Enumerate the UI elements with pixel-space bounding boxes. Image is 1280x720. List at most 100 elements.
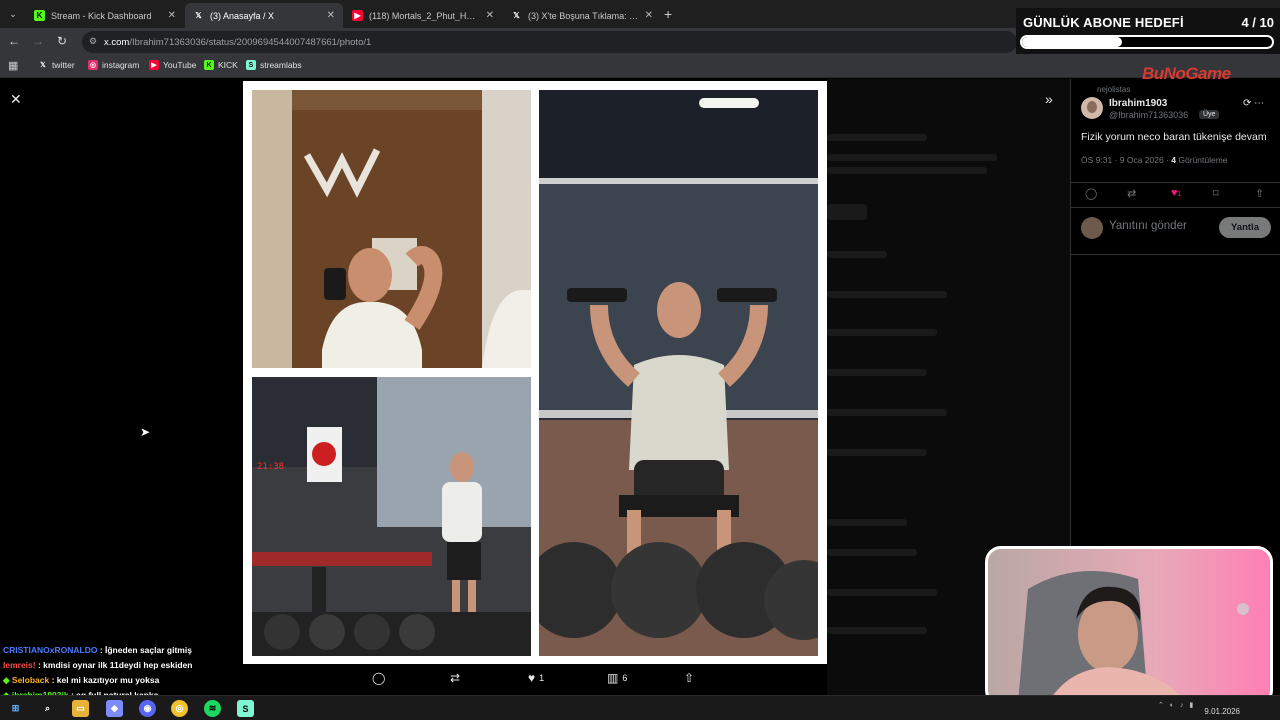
new-tab-icon[interactable]: + xyxy=(664,6,672,22)
youtube-icon: ▶ xyxy=(149,60,159,70)
close-tab-icon[interactable]: ✕ xyxy=(327,10,335,21)
forward-icon[interactable]: → xyxy=(30,34,46,48)
system-tray-icons[interactable]: ⌃ ◐ ♪ ▮ xyxy=(1158,701,1195,709)
member-badge: Üye xyxy=(1199,110,1220,119)
avatar xyxy=(1081,217,1103,239)
chat-message: lemreis! : kmdisi oynar ilk 11deydi hep … xyxy=(3,658,253,673)
tab-label: Stream - Kick Dashboard xyxy=(51,10,152,21)
reply-input[interactable]: Yanıtını gönder xyxy=(1109,220,1187,232)
tweet-view-label: Görüntüleme xyxy=(1178,155,1228,165)
file-explorer-icon[interactable]: ▭ xyxy=(72,700,89,717)
reload-icon[interactable]: ↻ xyxy=(54,34,70,48)
share-icon[interactable]: ⇧ xyxy=(1255,187,1264,200)
bookmark-label: instagram xyxy=(102,60,140,70)
dim-line xyxy=(827,549,917,556)
spotify-icon[interactable]: ≋ xyxy=(204,700,221,717)
close-tab-icon[interactable]: ✕ xyxy=(645,10,653,21)
subscriber-goal-overlay: GÜNLÜK ABONE HEDEFİ 4 / 10 xyxy=(1016,8,1280,54)
dim-line xyxy=(827,589,937,596)
kick-icon: K xyxy=(34,10,45,21)
bookmark-streamlabs[interactable]: S streamlabs xyxy=(246,60,302,70)
tab-label: (3) Anasayfa / X xyxy=(210,10,275,21)
tab-youtube[interactable]: ▶ (118) Mortals_2_Phut_Hon_Funk ✕ xyxy=(344,3,502,28)
dim-line xyxy=(827,167,987,174)
app-icon[interactable]: ◆ xyxy=(106,700,123,717)
kick-icon: K xyxy=(204,60,214,70)
reply-icon[interactable]: ◯ xyxy=(1085,187,1097,200)
windows-start-icon[interactable]: ⊞ xyxy=(7,700,24,717)
bookmark-youtube[interactable]: ▶ YouTube xyxy=(149,60,196,70)
tab-x-post[interactable]: 𝕏 (3) X'te Boşuna Tıklama: "Volka ✕ xyxy=(503,3,661,28)
repost-icon: ⇄ xyxy=(450,671,461,685)
search-icon[interactable]: ⌕ xyxy=(39,700,56,717)
taskbar-date: 9.01.2026 xyxy=(1204,707,1240,716)
avatar[interactable] xyxy=(1081,97,1103,119)
close-tab-icon[interactable]: ✕ xyxy=(486,10,494,21)
dim-line xyxy=(827,369,927,376)
expand-panel-icon[interactable]: » xyxy=(1045,91,1053,107)
bookmark-instagram[interactable]: ◎ instagram xyxy=(88,60,139,70)
grok-icon[interactable]: ⟳ ⋯ xyxy=(1243,98,1264,109)
views-action[interactable]: ▥ 6 xyxy=(607,671,627,685)
reply-button[interactable]: Yantla xyxy=(1219,217,1271,238)
bookmark-label: YouTube xyxy=(163,60,197,70)
view-count: 6 xyxy=(622,673,628,683)
share-action[interactable]: ⇧ xyxy=(684,671,698,685)
x-icon: 𝕏 xyxy=(513,11,520,20)
post-photo[interactable]: 21:38 xyxy=(243,81,827,664)
avatar-face xyxy=(1087,101,1097,113)
tab-kick-dashboard[interactable]: K Stream - Kick Dashboard ✕ xyxy=(26,3,184,28)
chat-message: CRISTIANOxRONALDO : İğneden saçlar gitmi… xyxy=(3,643,253,658)
repost-action[interactable]: ⇄ xyxy=(450,671,464,685)
tab-x-home[interactable]: 𝕏 (3) Anasayfa / X ✕ xyxy=(185,3,343,28)
svg-text:21:38: 21:38 xyxy=(257,462,284,472)
dim-line xyxy=(827,449,927,456)
close-icon[interactable]: ✕ xyxy=(10,91,22,108)
streamlabs-icon: S xyxy=(246,60,256,70)
reposted-by[interactable]: nejolistas xyxy=(1097,85,1130,94)
chrome-icon[interactable]: ◎ xyxy=(171,700,188,717)
bookmark-kick[interactable]: K KICK xyxy=(204,60,238,70)
repost-icon[interactable]: ⇄ xyxy=(1127,187,1136,200)
youtube-icon: ▶ xyxy=(352,10,363,21)
tweet-actions: ◯ ⇄ ♥1 ⌑ ⇧ xyxy=(1071,182,1280,200)
address-bar[interactable]: ⚙ x.com/Ibrahim71363036/status/200969454… xyxy=(82,31,1017,53)
url-host: x.com xyxy=(104,36,130,48)
x-icon: 𝕏 xyxy=(40,62,46,69)
chat-message: ◆ Seloback : kel mi kazıtıyor mu yoksa xyxy=(3,673,253,688)
dim-line xyxy=(827,329,937,336)
like-count: 1 xyxy=(539,673,545,683)
bookmark-twitter[interactable]: 𝕏 twitter xyxy=(38,60,75,70)
site-info-icon[interactable]: ⚙ xyxy=(89,36,97,47)
mouse-cursor-icon: ➤ xyxy=(140,425,151,439)
dim-line xyxy=(827,519,907,526)
bookmarks-bar: ▦ 𝕏 twitter ◎ instagram ▶ YouTube K KICK… xyxy=(0,56,1280,78)
tweet-time[interactable]: ÖS 9:31 · 9 Oca 2026 · xyxy=(1081,155,1171,165)
like-action[interactable]: ♥ 1 xyxy=(528,671,544,685)
apps-grid-icon[interactable]: ▦ xyxy=(8,59,18,72)
chat-user: lemreis! xyxy=(3,660,36,670)
url-path: /Ibrahim71363036/status/2009694544007487… xyxy=(129,36,372,48)
brand-logo: BuNoGame xyxy=(1142,64,1231,83)
goal-progress-fill xyxy=(1022,37,1122,47)
windows-taskbar: ⊞ ⌕ ▭ ◆ ◉ ◎ ≋ S ⌃ ◐ ♪ ▮ 9.01.2026 xyxy=(0,695,1280,720)
tab-search-icon[interactable]: ⌄ xyxy=(5,6,21,22)
bar-chart-icon: ▥ xyxy=(607,671,619,685)
chat-text: : kmdisi oynar ilk 11deydi hep eskiden xyxy=(35,660,193,670)
heart-icon[interactable]: ♥1 xyxy=(1171,187,1181,199)
chat-user: Seloback xyxy=(11,675,50,685)
instagram-icon: ◎ xyxy=(88,60,98,70)
close-tab-icon[interactable]: ✕ xyxy=(168,10,176,21)
bookmark-label: streamlabs xyxy=(260,60,302,70)
bookmark-icon[interactable]: ⌑ xyxy=(1213,187,1219,200)
streamlabs-icon[interactable]: S xyxy=(237,700,254,717)
photo-mirror-selfie xyxy=(252,90,531,368)
user-display-name[interactable]: Ibrahim1903 xyxy=(1109,98,1167,109)
discord-icon[interactable]: ◉ xyxy=(139,700,156,717)
user-handle[interactable]: @Ibrahim71363036 xyxy=(1109,110,1188,120)
reply-icon: ◯ xyxy=(372,671,386,685)
goal-count: 4 / 10 xyxy=(1241,15,1274,30)
back-icon[interactable]: ← xyxy=(6,34,22,48)
reply-action[interactable]: ◯ xyxy=(372,671,389,685)
chat-user: CRISTIANOxRONALDO xyxy=(3,645,98,655)
